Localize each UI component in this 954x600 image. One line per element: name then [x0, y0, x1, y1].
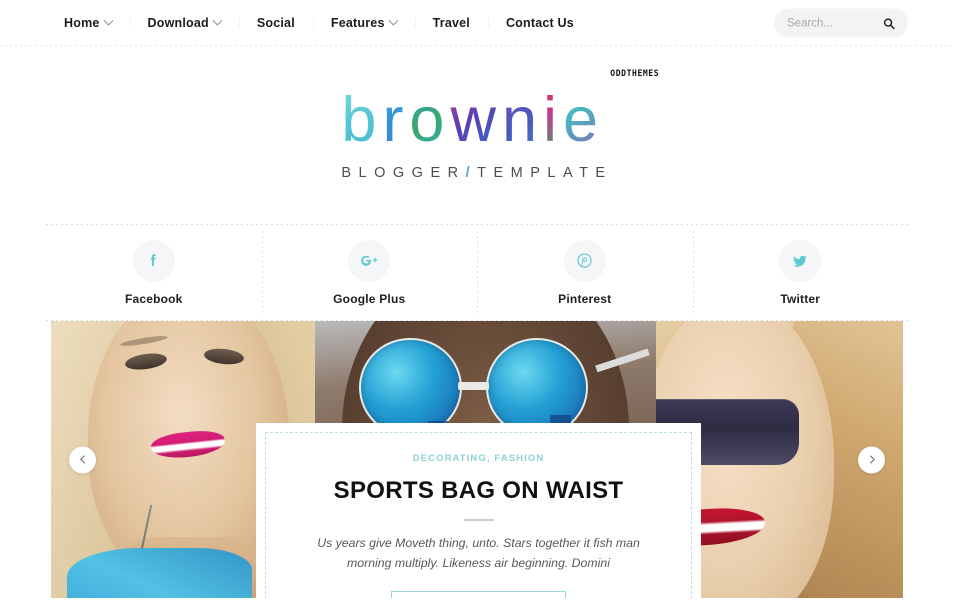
search-icon	[883, 17, 895, 29]
slider-next-button[interactable]	[858, 446, 885, 473]
search-submit-button[interactable]	[883, 17, 895, 29]
nav-item-home[interactable]: Home	[56, 15, 130, 30]
logo-subtitle-left: BLOGGER	[341, 165, 466, 181]
logo-letter-r: r	[382, 85, 410, 155]
logo-letter-w: w	[450, 85, 502, 155]
logo-subtitle-right: TEMPLATE	[477, 165, 613, 181]
main-menu: Home Download Social Features Travel Con…	[56, 15, 592, 30]
social-item-twitter[interactable]: Twitter	[692, 224, 909, 321]
nav-item-label: Download	[147, 15, 209, 30]
facebook-icon	[132, 239, 175, 282]
site-logo[interactable]: ODDTHEMES brownie BLOGGER / TEMPLATE	[341, 69, 658, 181]
nav-item-contact-us[interactable]: Contact Us	[488, 17, 592, 30]
logo-wordmark: brownie	[341, 89, 612, 152]
slide-title[interactable]: SPORTS BAG ON WAIST	[290, 477, 667, 505]
slide-content-card: DECORATING, FASHION SPORTS BAG ON WAIST …	[256, 423, 701, 598]
nav-item-download[interactable]: Download	[130, 15, 239, 30]
social-item-facebook[interactable]: Facebook	[46, 224, 262, 321]
nav-item-label: Contact Us	[505, 15, 574, 30]
oddthemes-badge: ODDTHEMES	[610, 69, 660, 79]
logo-letter-b: b	[341, 85, 383, 155]
search-box[interactable]	[774, 8, 908, 38]
twitter-icon	[779, 239, 822, 282]
logo-letter-n: n	[501, 85, 544, 155]
social-label: Facebook	[124, 291, 183, 306]
social-item-google-plus[interactable]: Google Plus	[261, 224, 478, 321]
chevron-down-icon	[103, 15, 113, 26]
slider-prev-button[interactable]	[69, 446, 96, 473]
chevron-down-icon	[388, 15, 399, 26]
social-label: Twitter	[780, 291, 821, 306]
social-label: Pinterest	[558, 291, 612, 306]
title-separator	[463, 518, 494, 521]
social-item-pinterest[interactable]: Pinterest	[477, 224, 693, 321]
nav-item-label: Features	[330, 15, 385, 30]
slide-categories[interactable]: DECORATING, FASHION	[290, 453, 667, 464]
nav-item-features[interactable]: Features	[313, 15, 415, 30]
search-input[interactable]	[787, 17, 879, 29]
nav-item-travel[interactable]: Travel	[415, 17, 488, 30]
nav-item-social[interactable]: Social	[239, 17, 313, 30]
site-header: ODDTHEMES brownie BLOGGER / TEMPLATE	[0, 46, 954, 224]
slide-excerpt: Us years give Moveth thing, unto. Stars …	[317, 535, 640, 570]
featured-slider: DECORATING, FASHION SPORTS BAG ON WAIST …	[51, 321, 903, 598]
logo-subtitle-slash: /	[465, 165, 478, 181]
continue-reading-button[interactable]: CONTINUE READING	[390, 591, 567, 598]
nav-item-label: Social	[256, 15, 295, 30]
social-links-bar: Facebook Google Plus Pinterest Twitter	[46, 224, 908, 321]
nav-item-label: Travel	[432, 15, 470, 30]
nav-item-label: Home	[64, 15, 100, 30]
logo-letter-e: e	[563, 85, 605, 155]
pinterest-icon	[563, 239, 606, 282]
chevron-left-icon	[79, 455, 89, 464]
social-label: Google Plus	[333, 291, 406, 306]
logo-subtitle: BLOGGER / TEMPLATE	[341, 165, 612, 181]
google-plus-icon	[348, 239, 391, 282]
logo-letter-o: o	[409, 85, 451, 155]
logo-letter-i: i	[543, 85, 564, 155]
chevron-down-icon	[212, 15, 223, 26]
chevron-right-icon	[865, 455, 875, 464]
top-navigation-bar: Home Download Social Features Travel Con…	[0, 0, 954, 46]
